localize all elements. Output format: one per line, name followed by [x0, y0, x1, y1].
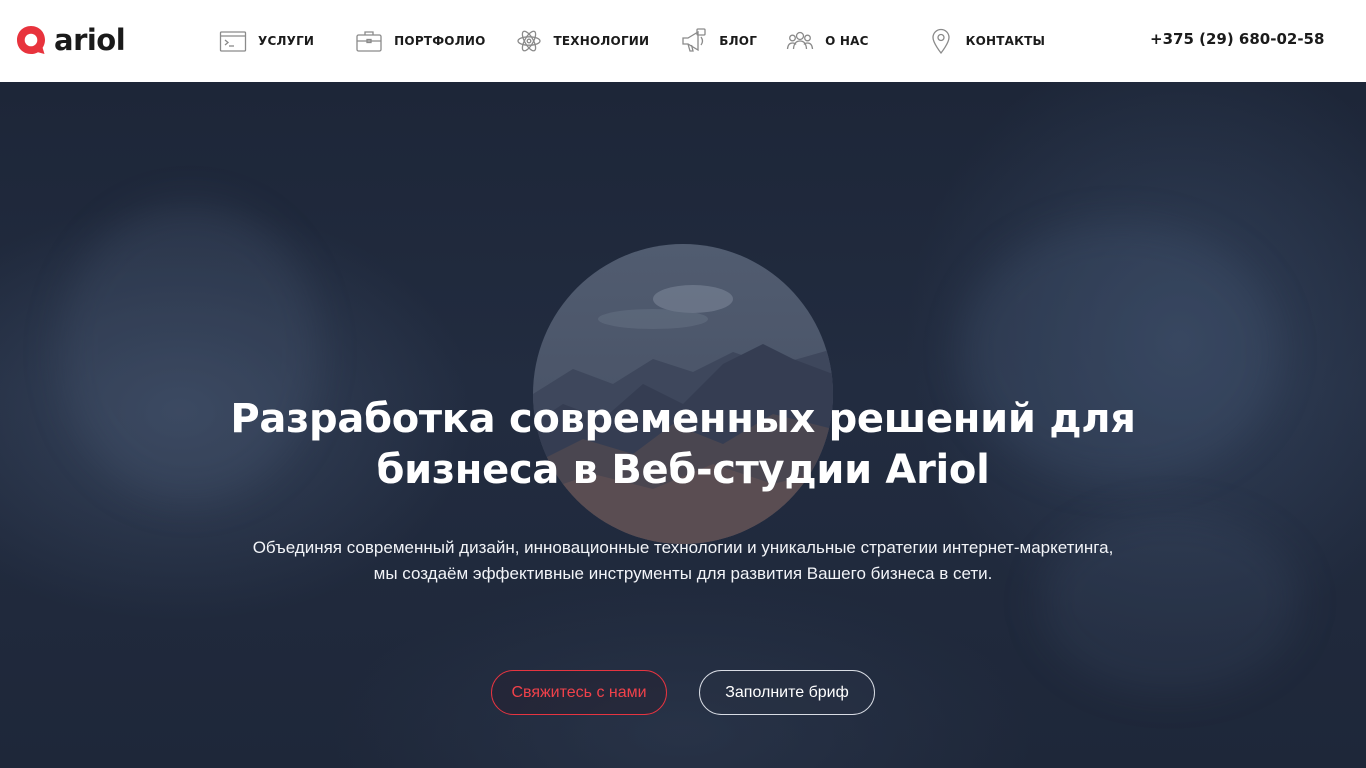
- site-header: ariol УСЛУГИ ПОРТФОЛИО ТЕХНОЛОГИИ БЛОГ О…: [0, 0, 1366, 82]
- hero-subtitle: Объединяя современный дизайн, инновацион…: [0, 535, 1366, 587]
- nav-item-blog[interactable]: БЛОГ: [679, 26, 757, 56]
- logo-text: ariol: [54, 22, 126, 57]
- logo-icon: [17, 26, 45, 54]
- hero-title-line: Разработка современных решений для: [230, 396, 1136, 442]
- hero-title: Разработка современных решений для бизне…: [0, 394, 1366, 496]
- hero-subtitle-line: мы создаём эффективные инструменты для р…: [373, 564, 993, 583]
- terminal-window-icon: [218, 26, 248, 56]
- atom-icon: [514, 26, 544, 56]
- nav-item-label: КОНТАКТЫ: [965, 34, 1046, 48]
- nav-item-contacts[interactable]: КОНТАКТЫ: [926, 26, 1046, 56]
- phone-link[interactable]: +375 (29) 680-02-58: [1150, 30, 1324, 48]
- nav-item-label: УСЛУГИ: [258, 34, 315, 48]
- hero-subtitle-line: Объединяя современный дизайн, инновацион…: [252, 538, 1114, 557]
- hero-title-line: бизнеса в Веб-студии Ariol: [376, 447, 990, 493]
- briefcase-icon: [354, 26, 384, 56]
- team-icon: [785, 26, 815, 56]
- map-pin-icon: [926, 26, 956, 56]
- nav-item-services[interactable]: УСЛУГИ: [218, 26, 314, 56]
- main-nav: УСЛУГИ ПОРТФОЛИО ТЕХНОЛОГИИ БЛОГ О НАС К…: [218, 0, 1045, 82]
- logo[interactable]: ariol: [14, 22, 126, 58]
- nav-item-portfolio[interactable]: ПОРТФОЛИО: [354, 26, 485, 56]
- nav-item-label: ПОРТФОЛИО: [394, 34, 486, 48]
- hero-section: Разработка современных решений для бизне…: [0, 82, 1366, 768]
- nav-item-technologies[interactable]: ТЕХНОЛОГИИ: [514, 26, 650, 56]
- nav-item-label: О НАС: [825, 34, 869, 48]
- nav-item-about[interactable]: О НАС: [785, 26, 869, 56]
- megaphone-icon: [679, 26, 709, 56]
- nav-item-label: ТЕХНОЛОГИИ: [553, 34, 650, 48]
- fill-brief-button[interactable]: Заполните бриф: [699, 670, 875, 715]
- contact-us-button[interactable]: Свяжитесь с нами: [491, 670, 667, 715]
- nav-item-label: БЛОГ: [719, 34, 758, 48]
